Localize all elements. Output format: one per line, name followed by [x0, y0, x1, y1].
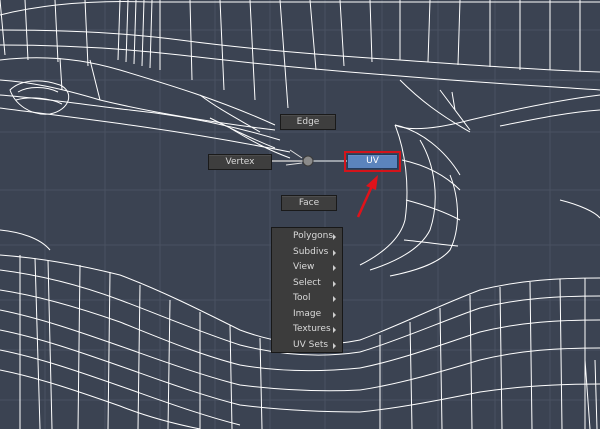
submenu-item-tool[interactable]: Tool	[272, 291, 342, 307]
submenu-arrow-icon	[333, 296, 336, 302]
uv-button[interactable]: UV	[347, 154, 398, 169]
component-submenu: Polygons Subdivs View Select Tool Image …	[271, 227, 343, 353]
vertex-button[interactable]: Vertex	[208, 154, 272, 170]
submenu-item-polygons[interactable]: Polygons	[272, 229, 342, 245]
submenu-item-label: Textures	[293, 324, 331, 334]
submenu-item-label: Image	[293, 308, 322, 319]
submenu-item-label: UV Sets	[293, 339, 329, 350]
submenu-arrow-icon	[333, 311, 336, 318]
submenu-arrow-icon	[333, 234, 336, 240]
submenu-item-label: Select	[293, 277, 321, 288]
submenu-item-select[interactable]: Select	[272, 276, 342, 292]
submenu-item-textures[interactable]: Textures	[272, 322, 342, 338]
annotation-arrow	[356, 175, 378, 218]
submenu-item-view[interactable]: View	[272, 260, 342, 276]
marking-menu-connectors	[272, 149, 347, 167]
submenu-arrow-icon	[333, 342, 336, 349]
uv-editor-viewport[interactable]: Edge Vertex Face UV Polygons Subdivs Vie…	[0, 0, 600, 429]
submenu-item-label: Polygons	[293, 231, 334, 241]
submenu-item-label: View	[293, 262, 315, 272]
submenu-arrow-icon	[333, 280, 336, 287]
grid-lines	[0, 0, 600, 429]
face-button[interactable]: Face	[281, 195, 337, 211]
funnel	[359, 124, 461, 277]
submenu-arrow-icon	[333, 265, 336, 271]
submenu-arrow-icon	[333, 327, 336, 333]
upper-shell	[0, 0, 600, 159]
submenu-item-uv-sets[interactable]: UV Sets	[272, 338, 342, 354]
submenu-arrow-icon	[333, 249, 336, 256]
submenu-item-subdivs[interactable]: Subdivs	[272, 245, 342, 261]
wireframe-mesh	[0, 0, 600, 429]
edge-button[interactable]: Edge	[280, 114, 336, 130]
submenu-item-image[interactable]: Image	[272, 307, 342, 323]
submenu-item-label: Tool	[293, 293, 311, 303]
submenu-item-label: Subdivs	[293, 246, 329, 257]
